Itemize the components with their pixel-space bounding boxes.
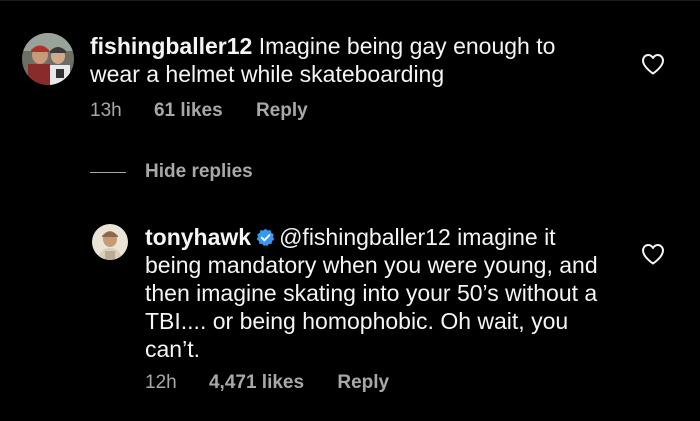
verified-badge-icon bbox=[256, 228, 275, 247]
comment-time: 13h bbox=[90, 100, 122, 121]
top-divider bbox=[0, 0, 700, 1]
comment-avatar[interactable] bbox=[22, 33, 74, 85]
hide-replies-button[interactable]: Hide replies bbox=[145, 161, 253, 183]
reply-avatar[interactable] bbox=[92, 224, 128, 260]
reply-reply-button[interactable]: Reply bbox=[337, 372, 389, 394]
comment-reply-button[interactable]: Reply bbox=[256, 100, 308, 122]
comment-meta: 13h 61 likes Reply bbox=[90, 100, 308, 122]
reply-mention[interactable]: @fishingballer12 bbox=[279, 224, 451, 250]
comment-body: fishingballer12 Imagine being gay enough… bbox=[90, 32, 610, 88]
reply-likes[interactable]: 4,471 likes bbox=[209, 372, 304, 394]
avatar-photo-icon bbox=[92, 224, 128, 260]
comment-heart-icon[interactable] bbox=[641, 53, 665, 75]
comment-username[interactable]: fishingballer12 bbox=[90, 33, 252, 59]
comment-likes[interactable]: 61 likes bbox=[154, 100, 223, 122]
reply-heart-icon[interactable] bbox=[641, 243, 665, 265]
avatar-photo-icon bbox=[22, 33, 74, 85]
hide-replies-line bbox=[90, 172, 126, 173]
reply-body: tonyhawk @fishingballer12 imagine it bein… bbox=[145, 223, 615, 363]
reply-username[interactable]: tonyhawk bbox=[145, 224, 251, 250]
reply-meta: 12h 4,471 likes Reply bbox=[145, 372, 389, 394]
reply-time: 12h bbox=[145, 372, 177, 393]
